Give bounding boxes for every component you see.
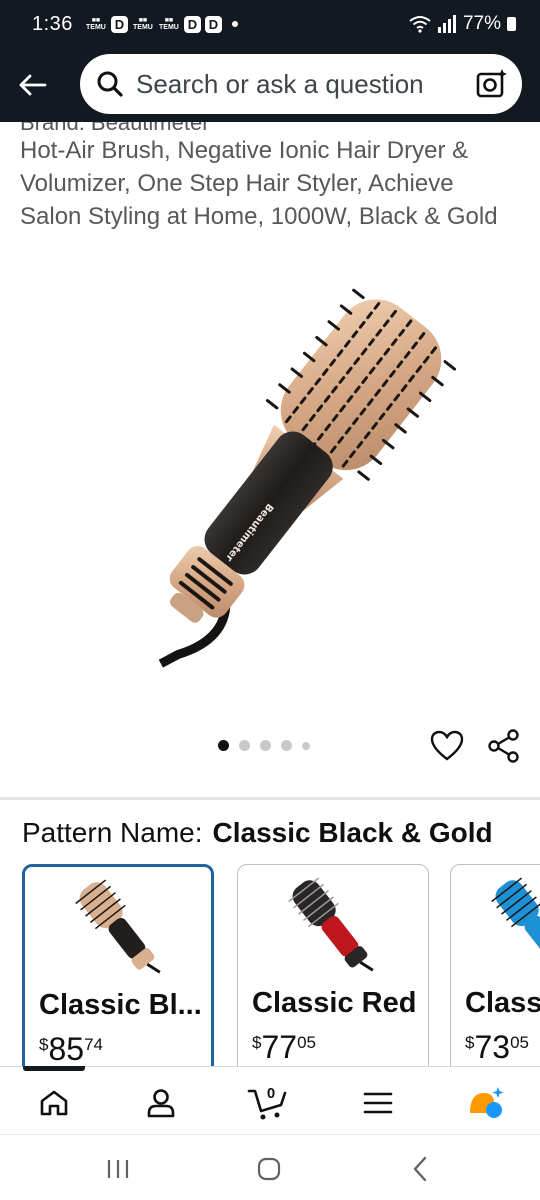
d-app-notification-icon: D — [183, 15, 201, 33]
search-icon — [97, 71, 123, 97]
status-right: 77% — [409, 13, 516, 35]
system-navigation-bar — [0, 1134, 540, 1200]
back-system-button[interactable] — [408, 1155, 432, 1183]
swatch-price: $7305 — [465, 1029, 529, 1065]
d-app-notification-icon: D — [110, 15, 128, 33]
rufus-icon — [470, 1087, 504, 1118]
image-carousel-dots[interactable] — [218, 740, 310, 751]
swatch-image-black-gold — [75, 879, 161, 974]
nav-account[interactable] — [139, 1083, 183, 1123]
pattern-swatch-list[interactable]: Classic Bl... $8574 Classic Red $7705 Cl… — [22, 864, 540, 1066]
nav-menu[interactable] — [356, 1083, 400, 1123]
back-button[interactable] — [0, 53, 64, 117]
carousel-dot-1[interactable] — [218, 740, 229, 751]
share-icon — [488, 729, 519, 763]
signal-icon — [437, 15, 456, 33]
pattern-swatch-blue[interactable]: Classi $7305 — [450, 864, 540, 1066]
battery-percent: 77% — [462, 13, 501, 34]
pattern-name-label: Pattern Name: — [22, 817, 203, 848]
pattern-swatch-classic-black-gold[interactable]: Classic Bl... $8574 — [22, 864, 214, 1066]
back-arrow-icon — [19, 74, 47, 96]
temu-notification-icon: ■■ TEMU — [86, 17, 106, 31]
more-notifications-dot — [231, 21, 238, 27]
nav-cart[interactable]: 0 — [246, 1083, 290, 1123]
home-system-button[interactable] — [256, 1155, 282, 1183]
section-divider — [0, 797, 540, 800]
search-header — [0, 48, 540, 122]
camera-search-icon[interactable] — [476, 68, 508, 100]
heart-icon — [430, 730, 464, 761]
pattern-name-line: Pattern Name: Classic Black & Gold — [22, 817, 493, 849]
d-app-notification-icon: D — [204, 15, 222, 33]
notification-icons: ■■ TEMU D ■■ TEMU ■■ TEMU D D — [85, 15, 238, 33]
product-title-area: Brand: Beautimeter Hot-Air Brush, Negati… — [0, 122, 540, 268]
wifi-icon — [409, 16, 431, 33]
swatch-name: Classi — [465, 987, 540, 1019]
status-time: 1:36 — [32, 12, 73, 35]
swatch-price: $7705 — [252, 1029, 316, 1065]
carousel-dot-4[interactable] — [281, 740, 292, 751]
status-bar: 1:36 ■■ TEMU D ■■ TEMU ■■ TEMU D D 77% — [0, 0, 540, 48]
nav-home[interactable] — [32, 1083, 76, 1123]
home-circle-icon — [257, 1157, 281, 1181]
temu-notification-icon: ■■ TEMU — [133, 17, 153, 31]
search-bar[interactable] — [80, 54, 522, 114]
bottom-navigation: 0 — [0, 1066, 540, 1134]
cart-icon: 0 — [247, 1085, 287, 1120]
home-icon — [40, 1090, 68, 1116]
swatch-price: $8574 — [39, 1031, 103, 1066]
carousel-dot-2[interactable] — [239, 740, 250, 751]
recent-apps-button[interactable] — [104, 1155, 132, 1183]
add-to-list-button[interactable] — [430, 730, 464, 762]
temu-notification-icon: ■■ TEMU — [159, 17, 179, 31]
product-title: Hot-Air Brush, Negative Ionic Hair Dryer… — [20, 137, 498, 230]
swatch-image-red — [288, 877, 374, 972]
product-image[interactable]: Beautimeter — [40, 275, 500, 695]
search-input[interactable] — [136, 68, 476, 100]
swatch-name: Classic Red — [252, 987, 417, 1019]
account-icon — [147, 1089, 175, 1118]
swatch-name: Classic Bl... — [39, 989, 202, 1021]
pattern-selected-value: Classic Black & Gold — [212, 817, 493, 848]
chevron-left-icon — [413, 1156, 427, 1182]
share-button[interactable] — [486, 728, 522, 764]
swatch-image-blue — [491, 877, 540, 957]
active-tab-indicator — [23, 1066, 85, 1071]
carousel-dot-3[interactable] — [260, 740, 271, 751]
recent-apps-icon — [107, 1160, 129, 1178]
menu-icon — [363, 1092, 393, 1114]
battery-icon — [507, 17, 516, 31]
cart-count: 0 — [267, 1085, 275, 1102]
carousel-dot-5[interactable] — [302, 741, 310, 750]
nav-rufus[interactable] — [464, 1083, 508, 1123]
pattern-swatch-classic-red[interactable]: Classic Red $7705 — [237, 864, 429, 1066]
